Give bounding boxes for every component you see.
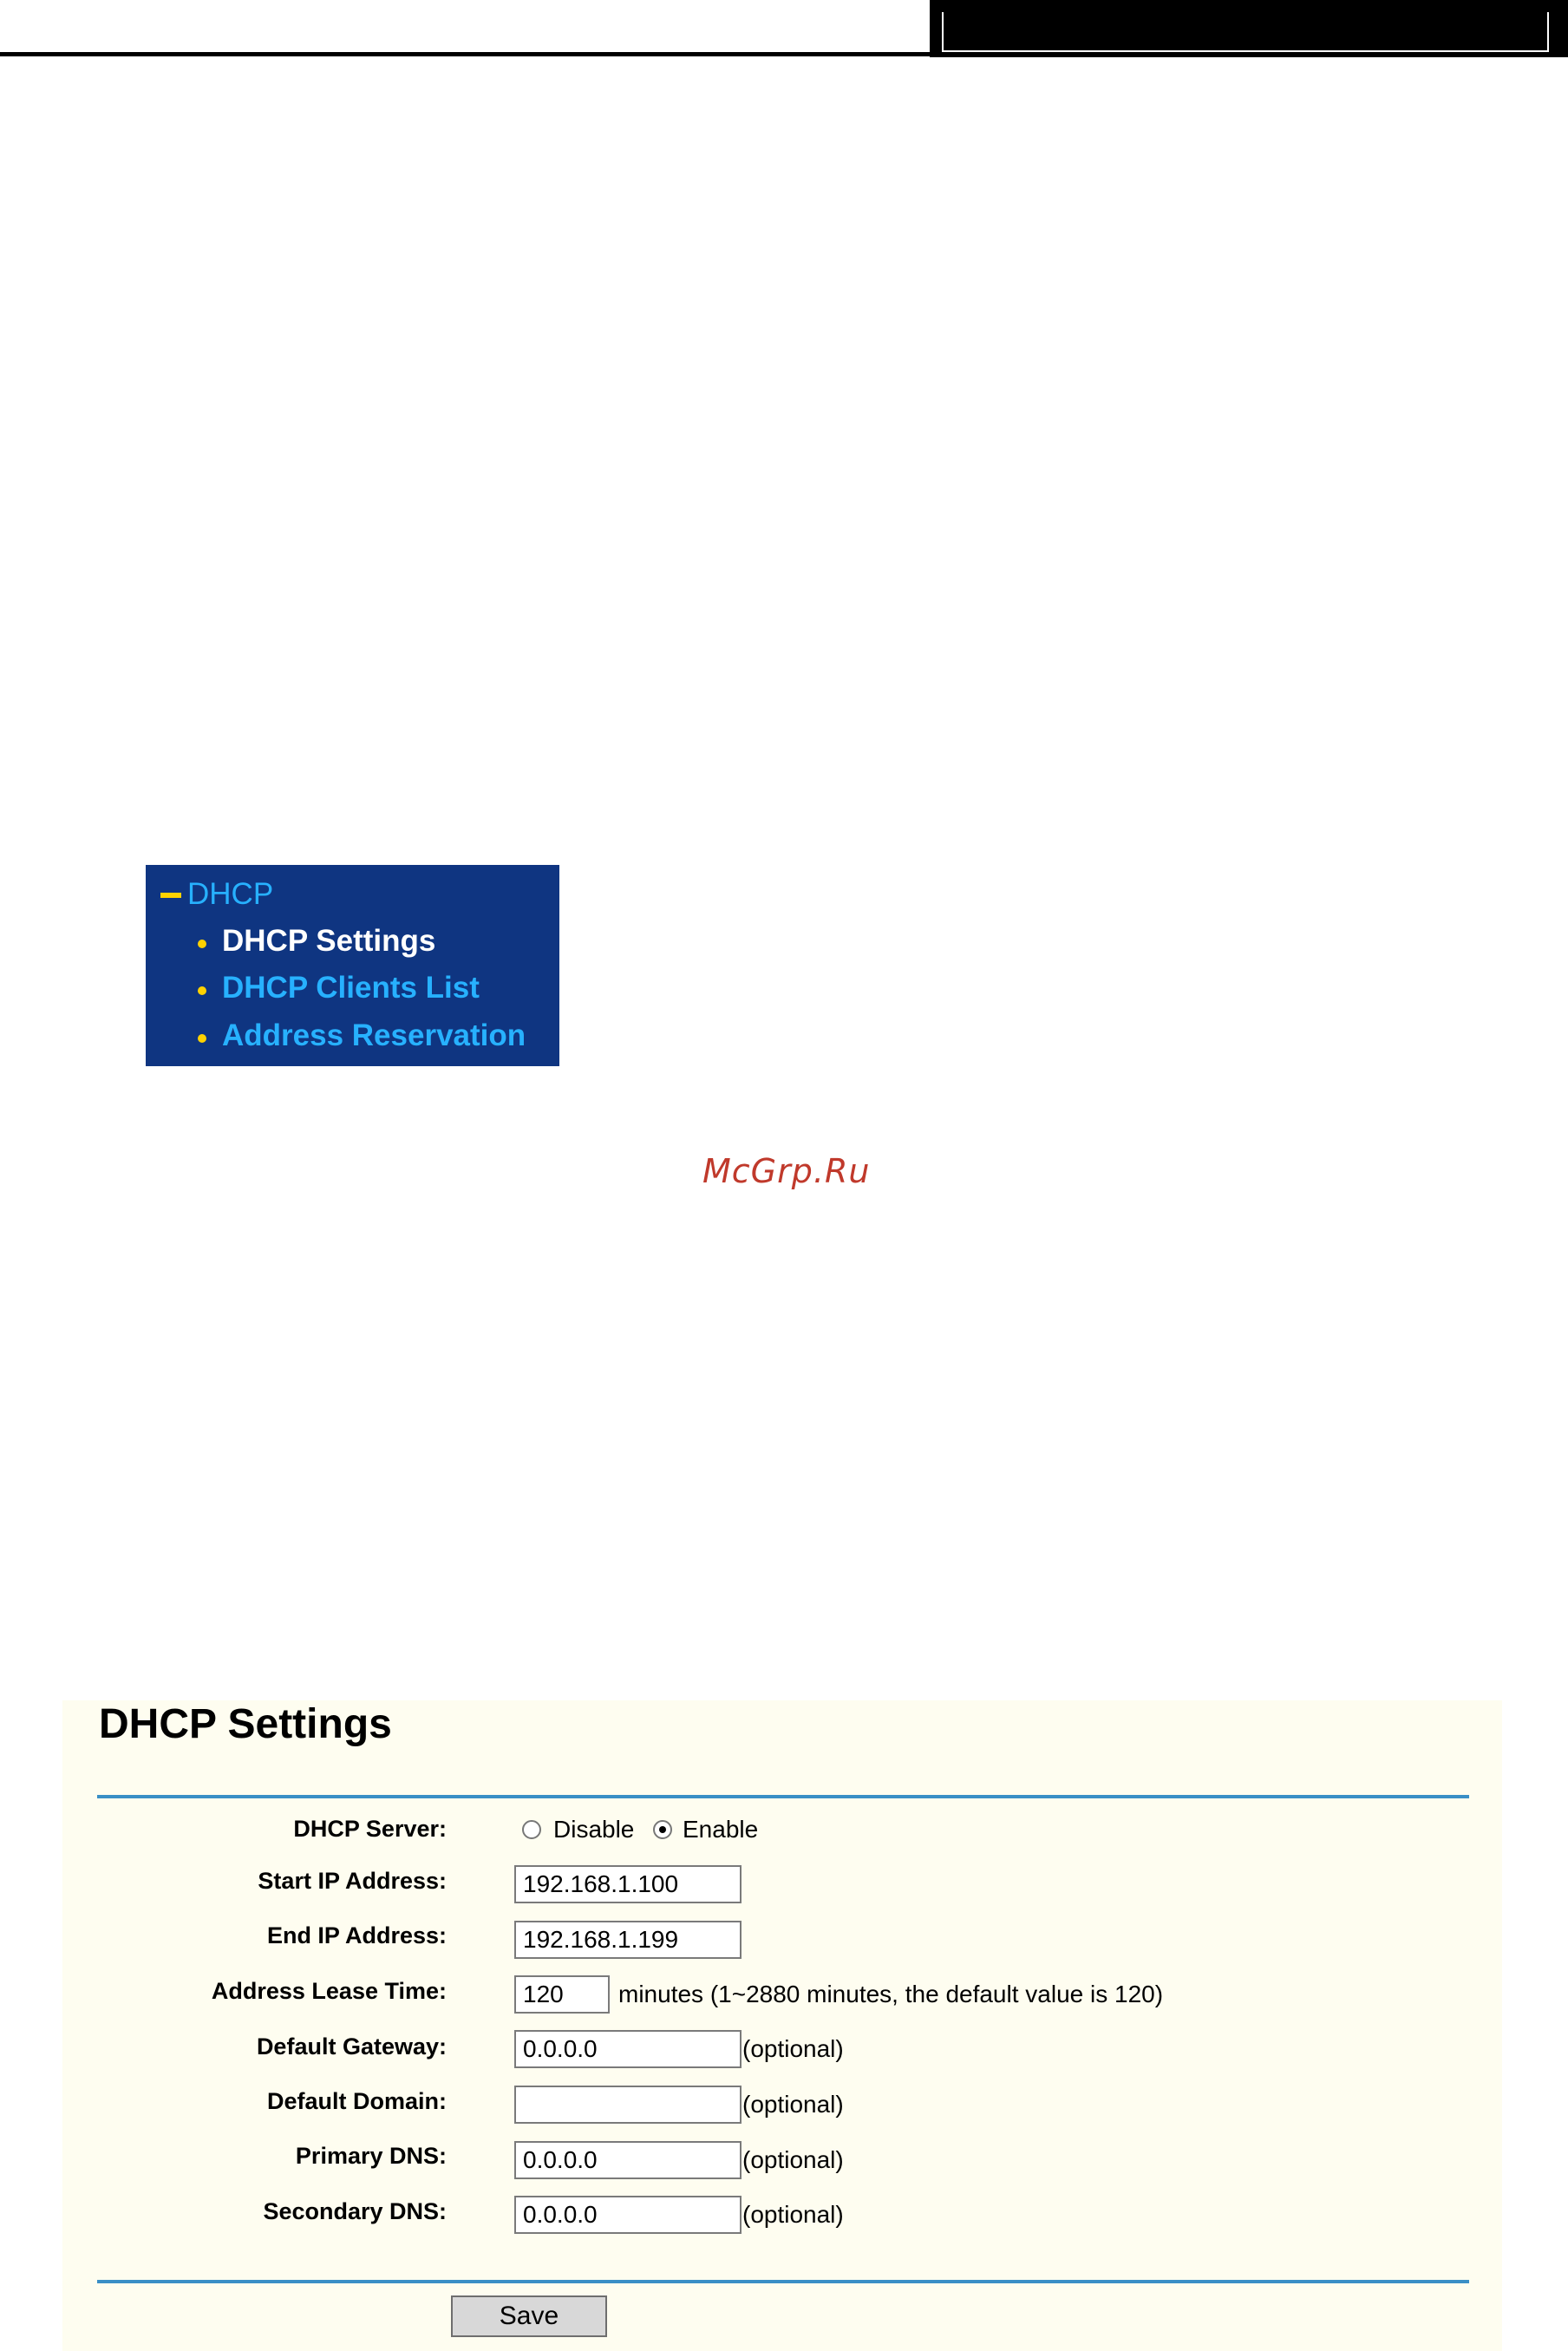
- bullet-icon: [198, 1034, 206, 1043]
- lease-time-input[interactable]: [514, 1975, 610, 2014]
- title-divider: [97, 1795, 1469, 1798]
- default-domain-input[interactable]: [514, 2086, 742, 2124]
- start-ip-input[interactable]: [514, 1865, 742, 1903]
- lease-time-label: Address Lease Time:: [211, 1978, 447, 2004]
- dhcp-settings-panel: DHCP Settings DHCP Server: Disable Enabl…: [62, 1700, 1502, 2351]
- default-gateway-input[interactable]: [514, 2030, 742, 2068]
- primary-dns-input[interactable]: [514, 2141, 742, 2179]
- bullet-icon: [198, 940, 206, 948]
- dhcp-server-label: DHCP Server:: [293, 1816, 447, 1842]
- menu-item-dhcp-clients-list[interactable]: DHCP Clients List: [222, 971, 480, 1005]
- end-ip-label: End IP Address:: [266, 1922, 447, 1948]
- domain-optional-hint: (optional): [742, 2091, 844, 2118]
- primary-dns-optional-hint: (optional): [742, 2146, 844, 2173]
- enable-radio[interactable]: [653, 1820, 672, 1839]
- page-title: DHCP Settings: [99, 1701, 392, 1747]
- enable-label: Enable: [683, 1816, 759, 1843]
- footer-divider: [97, 2280, 1469, 2283]
- collapse-icon: [160, 893, 181, 898]
- disable-label: Disable: [553, 1816, 635, 1843]
- dhcp-menu: DHCP DHCP Settings DHCP Clients List Add…: [146, 865, 559, 1066]
- start-ip-label: Start IP Address:: [258, 1868, 447, 1894]
- secondary-dns-label: Secondary DNS:: [263, 2198, 447, 2224]
- default-gateway-label: Default Gateway:: [256, 2033, 447, 2060]
- watermark: McGrp.Ru: [702, 1152, 871, 1190]
- secondary-dns-optional-hint: (optional): [742, 2201, 844, 2228]
- lease-time-hint: minutes (1~2880 minutes, the default val…: [618, 1981, 1164, 2007]
- gateway-optional-hint: (optional): [742, 2035, 844, 2062]
- header-box-frame: [942, 12, 1549, 52]
- disable-radio[interactable]: [522, 1820, 541, 1839]
- primary-dns-label: Primary DNS:: [295, 2143, 447, 2169]
- end-ip-input[interactable]: [514, 1921, 742, 1959]
- menu-item-dhcp-settings[interactable]: DHCP Settings: [222, 924, 435, 959]
- default-domain-label: Default Domain:: [266, 2088, 447, 2114]
- bullet-icon: [198, 986, 206, 995]
- save-button[interactable]: Save: [451, 2295, 607, 2337]
- secondary-dns-input[interactable]: [514, 2196, 742, 2234]
- menu-heading-dhcp[interactable]: DHCP: [187, 877, 273, 912]
- menu-item-address-reservation[interactable]: Address Reservation: [222, 1018, 526, 1053]
